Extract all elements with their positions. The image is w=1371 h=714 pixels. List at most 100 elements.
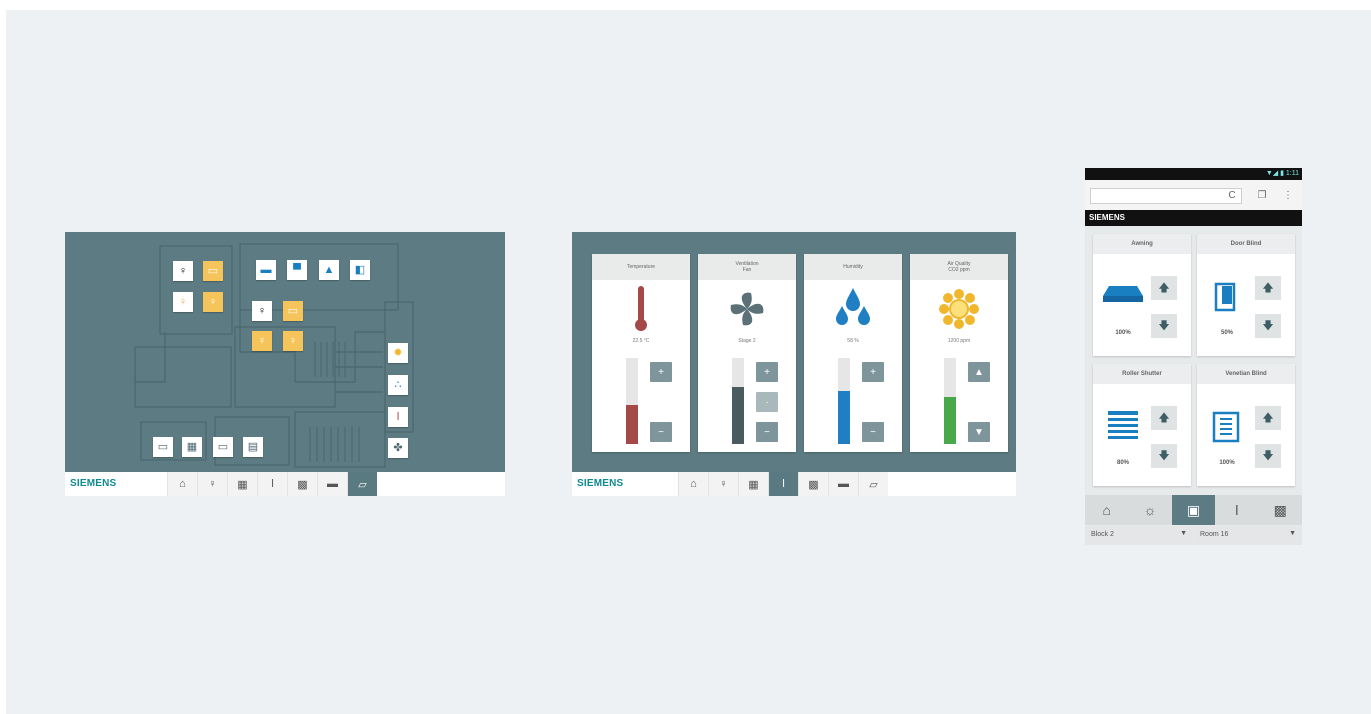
room-select[interactable]: Room 16 ▼ [1194, 526, 1302, 545]
nav-floorplan-icon[interactable]: ▱ [347, 472, 377, 496]
arrow-up-button[interactable]: ▲ [968, 362, 990, 382]
card-title: Venetian Blind [1197, 364, 1295, 384]
page-top-edge [0, 0, 1371, 10]
bulb-icon[interactable]: ♀ [203, 292, 223, 312]
thermometer-icon[interactable]: ǀ [388, 407, 408, 427]
roller-shutter-icon [1103, 410, 1143, 444]
arrow-down-button[interactable]: 🡇 [1255, 444, 1281, 468]
awning-icon[interactable]: ▀ [287, 260, 307, 280]
dimmer-icon[interactable]: ▭ [283, 301, 303, 321]
card-title-line2: CO2 ppm [948, 267, 970, 273]
fan-icon [698, 284, 796, 334]
awning-card: Awning 100% 🡅 🡇 [1093, 234, 1191, 356]
card-value: Stage 2 [738, 338, 756, 344]
nav-home-icon[interactable]: ⌂ [1085, 495, 1128, 525]
phone-nav: ⌂ ☼ ▣ ǀ ▩ [1085, 495, 1302, 525]
arrow-up-button[interactable]: 🡅 [1151, 276, 1177, 300]
arrow-up-button[interactable]: 🡅 [1255, 276, 1281, 300]
level-bar [944, 358, 956, 444]
decrease-button[interactable]: − [650, 422, 672, 442]
sun-icon[interactable]: ✹ [388, 343, 408, 363]
nav-thermometer-icon[interactable]: ǀ [768, 472, 798, 496]
bulb-icon[interactable]: ♀ [173, 261, 193, 281]
climate-card: Temperature 22.5 °C + − [592, 254, 690, 452]
url-input[interactable] [1090, 188, 1242, 204]
nav-media-icon[interactable]: ▬ [828, 472, 858, 496]
increase-button[interactable]: + [650, 362, 672, 382]
card-title: Roller Shutter [1093, 364, 1191, 384]
awning-icon [1103, 280, 1143, 314]
main-nav: ⌂ ♀ ▦ ǀ ▩ ▬ ▱ [167, 472, 377, 496]
nav-light-icon[interactable]: ♀ [197, 472, 227, 496]
room-select-value: Room 16 [1200, 531, 1229, 538]
menu-icon[interactable]: ⋮ [1281, 188, 1295, 202]
main-nav: ⌂ ♀ ▦ ǀ ▩ ▬ ▱ [678, 472, 888, 496]
calendar-icon[interactable]: ▤ [243, 437, 263, 457]
nav-scene-icon[interactable]: ▩ [1259, 495, 1302, 525]
bulb-icon[interactable]: ♀ [252, 301, 272, 321]
nav-blinds-icon[interactable]: ▦ [738, 472, 768, 496]
level-bar-fill [944, 396, 956, 444]
panel-icon[interactable]: ▦ [182, 437, 202, 457]
nav-light-icon[interactable]: ☼ [1128, 495, 1171, 525]
nav-light-icon[interactable]: ♀ [708, 472, 738, 496]
nav-scene-icon[interactable]: ▩ [798, 472, 828, 496]
reload-icon[interactable]: C [1225, 188, 1239, 202]
arrow-up-button[interactable]: 🡅 [1151, 406, 1177, 430]
dimmer-icon[interactable]: ▭ [203, 261, 223, 281]
level-bar [626, 358, 638, 444]
mid-button[interactable]: · [756, 392, 778, 412]
arrow-down-button[interactable]: 🡇 [1151, 444, 1177, 468]
screen-icon[interactable]: ▬ [256, 260, 276, 280]
drops-icon[interactable]: ∴ [388, 375, 408, 395]
card-title: Temperature [592, 254, 690, 280]
phone-screen: ▼◢ ▮ 1:11 C ❐ ⋮ SIEMENS Awning 100% 🡅 🡇 … [1085, 168, 1302, 545]
fan-icon[interactable]: ✤ [388, 438, 408, 458]
percent-label: 100% [1115, 330, 1131, 336]
roller-shutter-card: Roller Shutter 80% 🡅 🡇 [1093, 364, 1191, 486]
monitor-icon[interactable]: ▭ [153, 437, 173, 457]
bulb-icon[interactable]: ♀ [173, 292, 193, 312]
level-bar-fill [732, 387, 744, 444]
increase-button[interactable]: + [862, 362, 884, 382]
climate-card: Humidity 58 % + − [804, 254, 902, 452]
percent-label: 100% [1219, 460, 1235, 466]
thermometer-icon [592, 284, 690, 334]
tabs-icon[interactable]: ❐ [1255, 188, 1269, 202]
arrow-down-button[interactable]: 🡇 [1151, 314, 1177, 338]
card-title: Door Blind [1197, 234, 1295, 254]
window-icon[interactable]: ◧ [350, 260, 370, 280]
siemens-logo: SIEMENS [70, 478, 117, 489]
decrease-button[interactable]: − [862, 422, 884, 442]
door-blind-card: Door Blind 50% 🡅 🡇 [1197, 234, 1295, 356]
decrease-button[interactable]: − [756, 422, 778, 442]
ceiling-light-icon[interactable]: ▲ [319, 260, 339, 280]
monitor-icon[interactable]: ▭ [213, 437, 233, 457]
arrow-down-button[interactable]: 🡇 [1255, 314, 1281, 338]
bulb-icon[interactable]: ♀ [252, 331, 272, 351]
browser-bar: C ❐ ⋮ [1085, 180, 1302, 210]
card-title-line1: Temperature [626, 263, 656, 270]
nav-floorplan-icon[interactable]: ▱ [858, 472, 888, 496]
nav-blinds-icon[interactable]: ▦ [227, 472, 257, 496]
drops-icon [804, 284, 902, 334]
increase-button[interactable]: + [756, 362, 778, 382]
nav-home-icon[interactable]: ⌂ [678, 472, 708, 496]
nav-thermometer-icon[interactable]: ǀ [257, 472, 287, 496]
nav-scene-icon[interactable]: ▩ [287, 472, 317, 496]
level-bar [732, 358, 744, 444]
level-bar-fill [838, 390, 850, 444]
arrow-up-button[interactable]: 🡅 [1255, 406, 1281, 430]
sun-icon [910, 284, 1008, 334]
nav-media-icon[interactable]: ▬ [317, 472, 347, 496]
card-title: Awning [1093, 234, 1191, 254]
block-select[interactable]: Block 2 ▼ [1085, 526, 1193, 545]
nav-blinds-icon[interactable]: ▣ [1171, 495, 1216, 525]
card-title: Humidity [804, 254, 902, 280]
venetian-blind-card: Venetian Blind 100% 🡅 🡇 [1197, 364, 1295, 486]
nav-thermometer-icon[interactable]: ǀ [1215, 495, 1258, 525]
arrow-down-button[interactable]: ▼ [968, 422, 990, 442]
bulb-icon[interactable]: ♀ [283, 331, 303, 351]
nav-home-icon[interactable]: ⌂ [167, 472, 197, 496]
card-value: 22.5 °C [632, 338, 650, 344]
